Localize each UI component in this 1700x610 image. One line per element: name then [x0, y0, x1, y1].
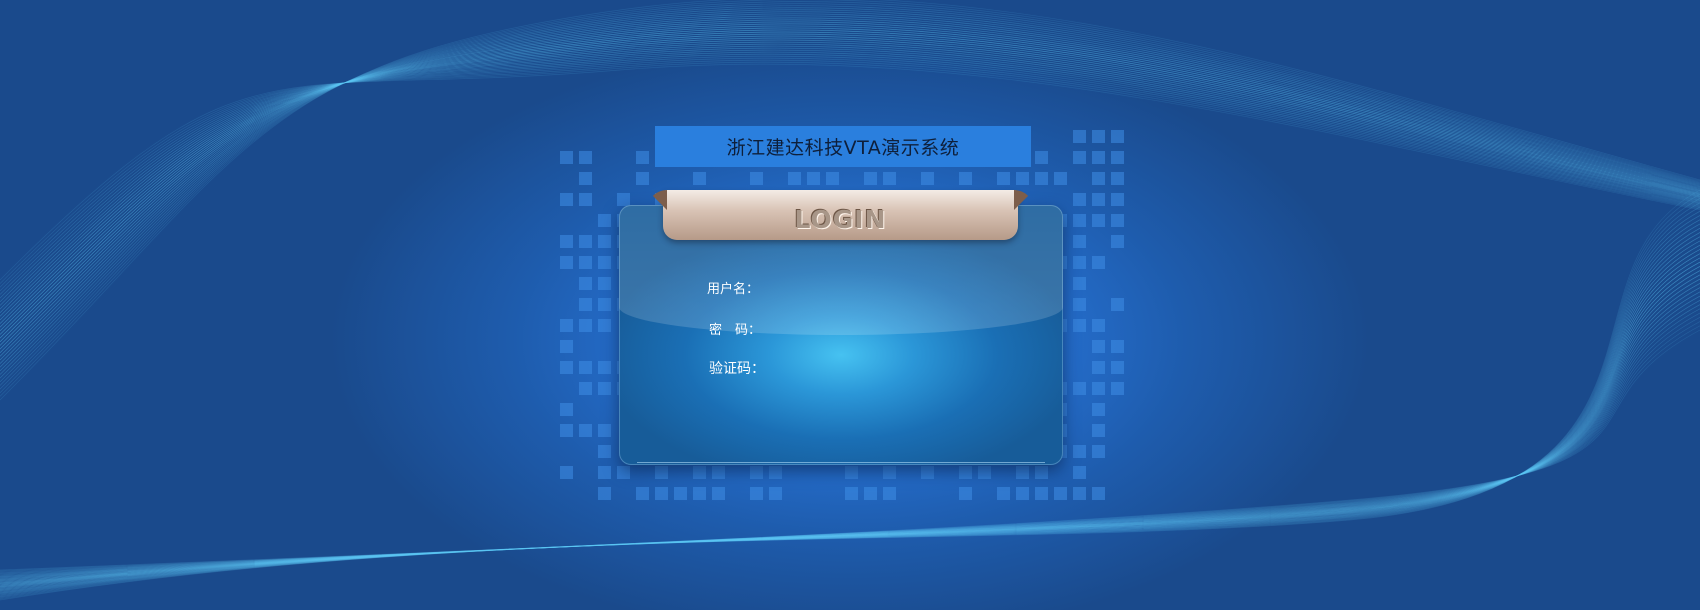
login-card — [619, 205, 1063, 465]
captcha-label: 验证码： — [709, 361, 765, 377]
login-heading: LOGIN — [794, 204, 887, 234]
card-bottom-edge — [637, 462, 1045, 463]
system-title: 浙江建达科技VTA演示系统 — [726, 137, 960, 159]
login-page: 浙江建达科技VTA演示系统 LOGIN 用户名： 密 码： 验证码： — [0, 0, 1700, 610]
username-label: 用户名： — [707, 282, 760, 297]
login-header-tab: LOGIN — [663, 190, 1018, 240]
title-banner: 浙江建达科技VTA演示系统 — [655, 126, 1031, 167]
password-label: 密 码： — [709, 323, 762, 338]
